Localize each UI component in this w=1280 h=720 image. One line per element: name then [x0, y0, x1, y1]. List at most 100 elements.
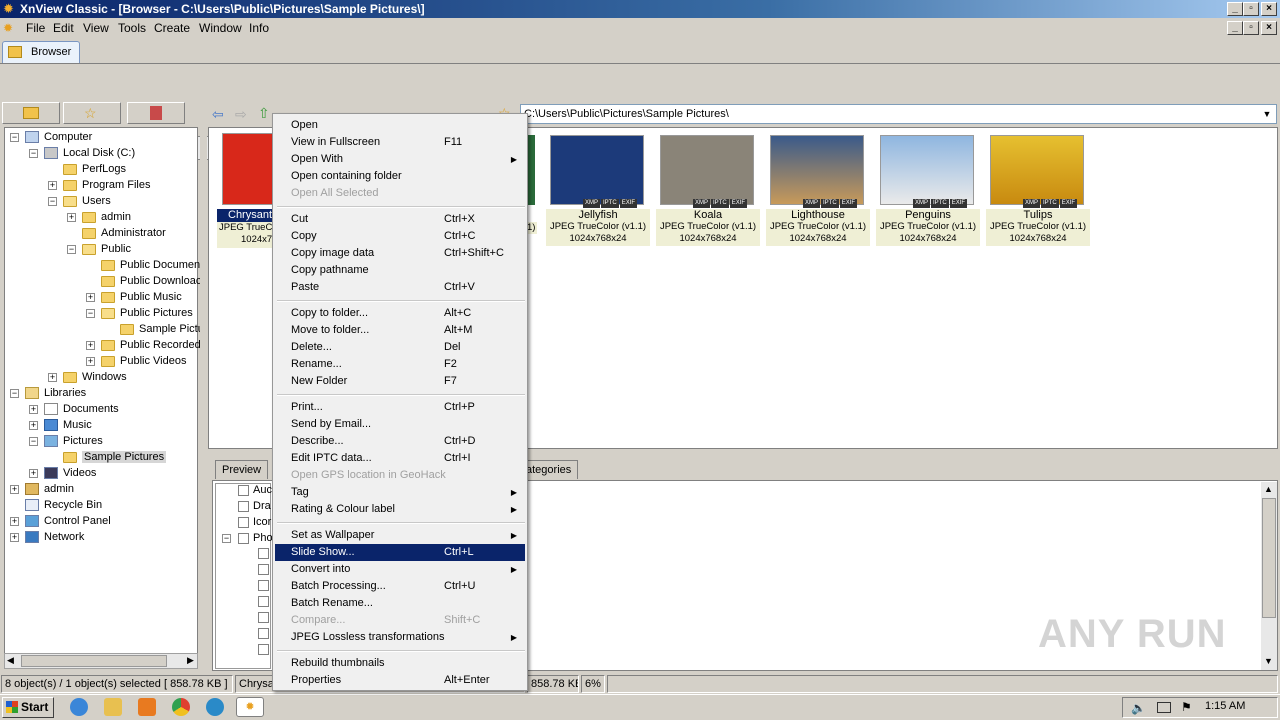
clock[interactable]: 1:15 AM	[1205, 700, 1245, 712]
explorer-icon[interactable]	[104, 698, 122, 716]
tree-item-recycle-bin[interactable]: Recycle Bin	[25, 497, 102, 513]
ie-icon[interactable]	[70, 698, 88, 716]
expand-toggle[interactable]: −	[10, 133, 19, 142]
category-subitem[interactable]	[258, 627, 273, 639]
expand-toggle[interactable]: −	[29, 437, 38, 446]
expand-toggle[interactable]: +	[29, 469, 38, 478]
checkbox[interactable]	[258, 595, 269, 607]
doc-icon[interactable]: ✹	[3, 21, 17, 35]
app-icon[interactable]: ✹	[3, 2, 17, 16]
scroll-thumb[interactable]	[1262, 498, 1276, 618]
menu-item-properties[interactable]: Properties Alt+Enter	[275, 672, 525, 689]
category-item[interactable]: Icor	[238, 515, 271, 529]
mdi-restore-button[interactable]: ▫	[1243, 21, 1259, 35]
menu-item-tag[interactable]: Tag ▶	[275, 484, 525, 501]
category-item[interactable]: Auc	[238, 483, 272, 497]
menu-item-cut[interactable]: Cut Ctrl+X	[275, 211, 525, 228]
tree-item-public-pictures[interactable]: Public Pictures	[101, 305, 193, 321]
menu-item-paste[interactable]: Paste Ctrl+V	[275, 279, 525, 296]
menu-edit[interactable]: Edit	[53, 21, 74, 35]
tree-item-public-music[interactable]: Public Music	[101, 289, 182, 305]
menu-item-move-to-folder[interactable]: Move to folder... Alt+M	[275, 322, 525, 339]
expand-toggle[interactable]: −	[222, 534, 231, 543]
menu-item-rename[interactable]: Rename... F2	[275, 356, 525, 373]
tree-item-public-recorded[interactable]: Public Recorded	[101, 337, 201, 353]
address-input[interactable]: C:\Users\Public\Pictures\Sample Pictures…	[520, 104, 1277, 124]
menu-item-copy[interactable]: Copy Ctrl+C	[275, 228, 525, 245]
tree-item-administrator[interactable]: Administrator	[82, 225, 166, 241]
tree-item-admin-root[interactable]: admin	[25, 481, 74, 497]
menu-item-set-as-wallpaper[interactable]: Set as Wallpaper ▶	[275, 527, 525, 544]
tab-categories-bottom[interactable]: ategories	[520, 460, 579, 479]
expand-toggle[interactable]: −	[48, 197, 57, 206]
menu-file[interactable]: File	[26, 21, 45, 35]
start-button[interactable]: Start	[2, 697, 54, 718]
menu-item-open[interactable]: Open	[275, 117, 525, 134]
menu-item-copy-pathname[interactable]: Copy pathname	[275, 262, 525, 279]
menu-item-send-by-email[interactable]: Send by Email...	[275, 416, 525, 433]
tree-item-public-videos[interactable]: Public Videos	[101, 353, 186, 369]
thumbnail-image[interactable]	[222, 133, 276, 205]
expand-toggle[interactable]: +	[67, 213, 76, 222]
checkbox[interactable]	[258, 563, 269, 575]
category-subitem[interactable]	[258, 579, 273, 591]
maximize-button[interactable]: ▫	[1243, 2, 1259, 16]
menu-item-delete[interactable]: Delete... Del	[275, 339, 525, 356]
tab-favorites[interactable]: ☆	[63, 102, 121, 124]
expand-toggle[interactable]: +	[48, 373, 57, 382]
vertical-splitter[interactable]	[200, 101, 207, 671]
category-item[interactable]: Dra	[238, 499, 271, 513]
tree-item-users[interactable]: Users	[63, 193, 111, 209]
expand-toggle[interactable]: +	[48, 181, 57, 190]
menu-item-edit-iptc-data[interactable]: Edit IPTC data... Ctrl+I	[275, 450, 525, 467]
tree-item-sample-pictures[interactable]: Sample Pictu	[120, 321, 204, 337]
category-subitem[interactable]	[258, 547, 273, 559]
tab-preview[interactable]: Preview	[215, 460, 269, 479]
tree-item-perflogs[interactable]: PerfLogs	[63, 161, 126, 177]
scroll-thumb[interactable]	[21, 655, 167, 667]
flag-icon[interactable]: ⚑	[1181, 700, 1192, 714]
mdi-minimize-button[interactable]: _	[1227, 21, 1243, 35]
mdi-close-button[interactable]: ×	[1261, 21, 1277, 35]
expand-toggle[interactable]: +	[86, 293, 95, 302]
expand-toggle[interactable]: −	[86, 309, 95, 318]
back-icon[interactable]: ⇦	[212, 106, 224, 123]
menu-item-jpeg-lossless-transformations[interactable]: JPEG Lossless transformations ▶	[275, 629, 525, 646]
menu-item-copy-to-folder[interactable]: Copy to folder... Alt+C	[275, 305, 525, 322]
chrome-icon[interactable]	[172, 698, 190, 716]
up-icon[interactable]: ⇧	[258, 105, 270, 122]
menu-item-slide-show[interactable]: Slide Show... Ctrl+L	[275, 544, 525, 561]
scroll-down-icon[interactable]: ▼	[1264, 656, 1273, 666]
category-item[interactable]: Pho	[238, 531, 273, 545]
category-subitem[interactable]	[258, 611, 273, 623]
menu-item-batch-processing[interactable]: Batch Processing... Ctrl+U	[275, 578, 525, 595]
tree-item-computer[interactable]: Computer	[25, 129, 92, 145]
volume-icon[interactable]: 🔈	[1131, 701, 1146, 715]
menu-tools[interactable]: Tools	[118, 21, 146, 35]
checkbox[interactable]	[238, 484, 249, 496]
tree-item-documents[interactable]: Documents	[44, 401, 119, 417]
category-subitem[interactable]	[258, 595, 273, 607]
tree-item-public[interactable]: Public	[82, 241, 131, 257]
tree-item-program-files[interactable]: Program Files	[63, 177, 150, 193]
menu-create[interactable]: Create	[154, 21, 190, 35]
xnview-task-icon[interactable]: ✹	[236, 697, 264, 717]
tree-item-music[interactable]: Music	[44, 417, 92, 433]
menu-item-new-folder[interactable]: New Folder F7	[275, 373, 525, 390]
tree-item-admin[interactable]: admin	[82, 209, 131, 225]
minimize-button[interactable]: _	[1227, 2, 1243, 16]
menu-item-copy-image-data[interactable]: Copy image data Ctrl+Shift+C	[275, 245, 525, 262]
checkbox[interactable]	[258, 627, 269, 639]
checkbox[interactable]	[238, 500, 249, 512]
menu-item-convert-into[interactable]: Convert into ▶	[275, 561, 525, 578]
checkbox[interactable]	[258, 579, 269, 591]
menu-item-print[interactable]: Print... Ctrl+P	[275, 399, 525, 416]
category-subitem[interactable]	[258, 643, 273, 655]
tree-item-network[interactable]: Network	[25, 529, 84, 545]
edge-icon[interactable]	[206, 698, 224, 716]
network-tray-icon[interactable]	[1157, 702, 1171, 713]
tree-item-libraries[interactable]: Libraries	[25, 385, 86, 401]
tree-horizontal-scrollbar[interactable]: ◀ ▶	[4, 653, 198, 669]
tree-item-public-downloads[interactable]: Public Downloac	[101, 273, 201, 289]
menu-item-open-with[interactable]: Open With ▶	[275, 151, 525, 168]
